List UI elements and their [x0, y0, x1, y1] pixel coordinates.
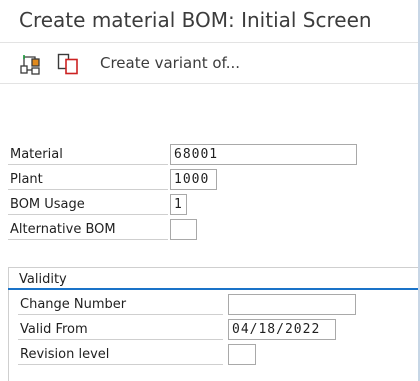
- plant-input[interactable]: 1000: [170, 169, 217, 190]
- valid-from-input[interactable]: 04/18/2022: [228, 319, 336, 340]
- change-number-input[interactable]: [228, 294, 356, 315]
- change-number-label: Change Number: [18, 294, 223, 315]
- alternative-bom-label: Alternative BOM: [8, 219, 168, 240]
- create-variant-button[interactable]: Create variant of...: [100, 54, 240, 72]
- bom-usage-input[interactable]: 1: [170, 194, 187, 215]
- window-frame: Create material BOM: Initial Screen Crea…: [0, 0, 420, 381]
- validity-divider: [8, 288, 418, 290]
- hierarchy-icon[interactable]: [19, 53, 41, 75]
- material-label: Material: [8, 144, 168, 165]
- copy-icon[interactable]: [57, 53, 79, 75]
- page-title: Create material BOM: Initial Screen: [19, 8, 372, 32]
- revision-level-label: Revision level: [18, 344, 223, 365]
- plant-label: Plant: [8, 169, 168, 190]
- valid-from-label: Valid From: [18, 319, 223, 340]
- bom-usage-label: BOM Usage: [8, 194, 168, 215]
- revision-level-input[interactable]: [228, 344, 256, 365]
- material-input[interactable]: 68001: [170, 144, 357, 165]
- validity-title: Validity: [19, 272, 67, 287]
- alternative-bom-input[interactable]: [170, 219, 197, 240]
- toolbar: Create variant of...: [0, 42, 418, 84]
